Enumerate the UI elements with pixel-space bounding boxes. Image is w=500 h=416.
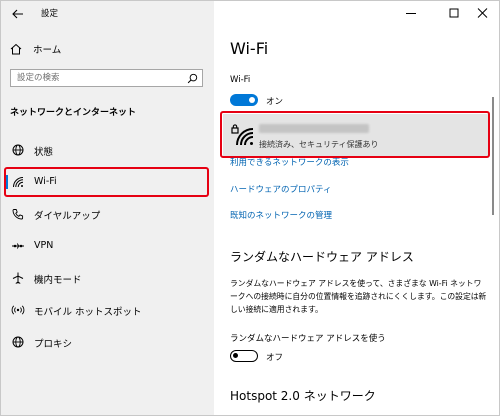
- sidebar-item-label: ダイヤルアップ: [34, 211, 101, 222]
- toggle-knob: [249, 97, 255, 103]
- random-hw-toggle[interactable]: [230, 350, 258, 362]
- page-title: Wi-Fi: [230, 39, 269, 58]
- app-title: 設定: [41, 9, 59, 19]
- sidebar-item-home[interactable]: ホーム: [9, 41, 61, 57]
- highlight-box-wifi: [4, 167, 209, 197]
- random-hw-heading: ランダムなハードウェア アドレス: [230, 250, 414, 264]
- sidebar-item-label: 状態: [34, 147, 54, 158]
- sidebar-item-label: VPN: [34, 240, 54, 251]
- search-box[interactable]: [10, 69, 203, 87]
- back-arrow-icon[interactable]: [10, 6, 26, 22]
- link-manage-known-networks[interactable]: 既知のネットワークの管理: [230, 209, 332, 221]
- close-button[interactable]: [468, 3, 498, 23]
- random-hw-description: ランダムなハードウェア アドレスを使って、さまざまな Wi-Fi ネットワークへ…: [230, 279, 487, 314]
- link-hardware-properties[interactable]: ハードウェアのプロパティ: [230, 183, 332, 195]
- settings-window: 設定 ホーム ネットワークとインターネット 状態: [0, 0, 500, 416]
- scrollbar[interactable]: [492, 97, 494, 215]
- sidebar-item-label: プロキシ: [34, 339, 73, 350]
- hotspot-icon: [11, 305, 25, 315]
- random-hw-toggle-state: オフ: [266, 353, 284, 363]
- search-icon[interactable]: [187, 73, 198, 84]
- sidebar-item-hotspot[interactable]: モバイル ホットスポット: [1, 301, 214, 319]
- sidebar-item-dialup[interactable]: ダイヤルアップ: [1, 205, 214, 223]
- toggle-knob: [233, 353, 238, 358]
- sidebar-item-label: モバイル ホットスポット: [34, 307, 142, 318]
- maximize-icon: [449, 8, 459, 18]
- sidebar-item-vpn[interactable]: VPN: [1, 237, 214, 255]
- phone-icon: [12, 209, 24, 220]
- highlight-box-network: [220, 111, 490, 158]
- sidebar-item-status[interactable]: 状態: [1, 141, 214, 159]
- sidebar: 設定 ホーム ネットワークとインターネット 状態: [1, 1, 214, 415]
- random-hw-toggle-label: ランダムなハードウェア アドレスを使う: [230, 334, 386, 344]
- maximize-button[interactable]: [439, 3, 469, 23]
- search-input[interactable]: [17, 71, 177, 85]
- link-show-available-networks[interactable]: 利用できるネットワークの表示: [230, 156, 349, 168]
- vpn-icon: [12, 243, 24, 249]
- sidebar-item-label: 機内モード: [34, 275, 82, 286]
- sidebar-item-proxy[interactable]: プロキシ: [1, 333, 214, 351]
- airplane-icon: [12, 272, 24, 284]
- globe-icon: [12, 336, 24, 348]
- close-icon: [477, 8, 488, 18]
- wifi-toggle[interactable]: [230, 94, 258, 106]
- wifi-toggle-state: オン: [266, 97, 284, 107]
- minimize-button[interactable]: [396, 3, 426, 23]
- section-title: ネットワークとインターネット: [10, 108, 137, 118]
- minimize-icon: [406, 13, 416, 14]
- hotspot-heading: Hotspot 2.0 ネットワーク: [230, 389, 376, 403]
- sidebar-item-airplane[interactable]: 機内モード: [1, 269, 214, 287]
- home-icon: [10, 43, 22, 55]
- wifi-toggle-label: Wi-Fi: [230, 75, 251, 85]
- home-label: ホーム: [33, 45, 62, 56]
- globe-icon: [12, 144, 24, 156]
